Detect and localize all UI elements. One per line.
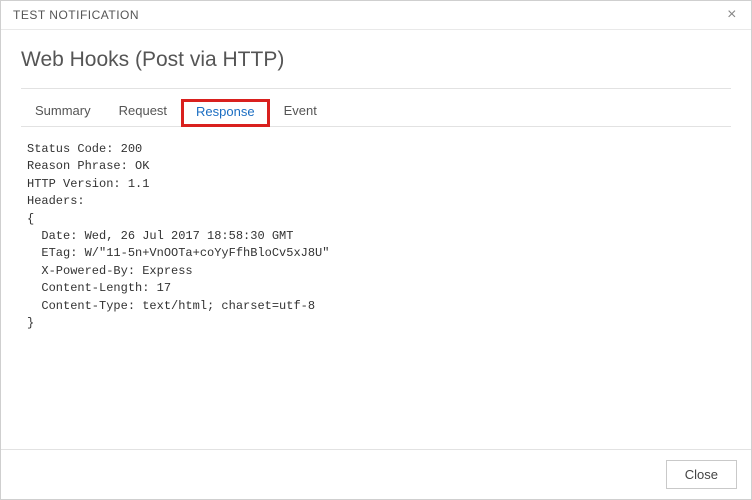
tab-event[interactable]: Event bbox=[270, 99, 331, 126]
tab-bar: Summary Request Response Event bbox=[21, 99, 731, 127]
close-icon[interactable]: × bbox=[723, 7, 741, 23]
tab-response[interactable]: Response bbox=[181, 99, 270, 127]
tab-summary[interactable]: Summary bbox=[21, 99, 105, 126]
dialog-content: Web Hooks (Post via HTTP) Summary Reques… bbox=[1, 30, 751, 417]
response-body: Status Code: 200 Reason Phrase: OK HTTP … bbox=[21, 127, 731, 417]
titlebar: TEST NOTIFICATION × bbox=[1, 1, 751, 30]
tab-request[interactable]: Request bbox=[105, 99, 181, 126]
divider bbox=[21, 88, 731, 89]
page-title: Web Hooks (Post via HTTP) bbox=[21, 44, 731, 88]
dialog-footer: Close bbox=[1, 449, 751, 499]
window-title: TEST NOTIFICATION bbox=[13, 8, 139, 22]
close-button[interactable]: Close bbox=[666, 460, 737, 489]
